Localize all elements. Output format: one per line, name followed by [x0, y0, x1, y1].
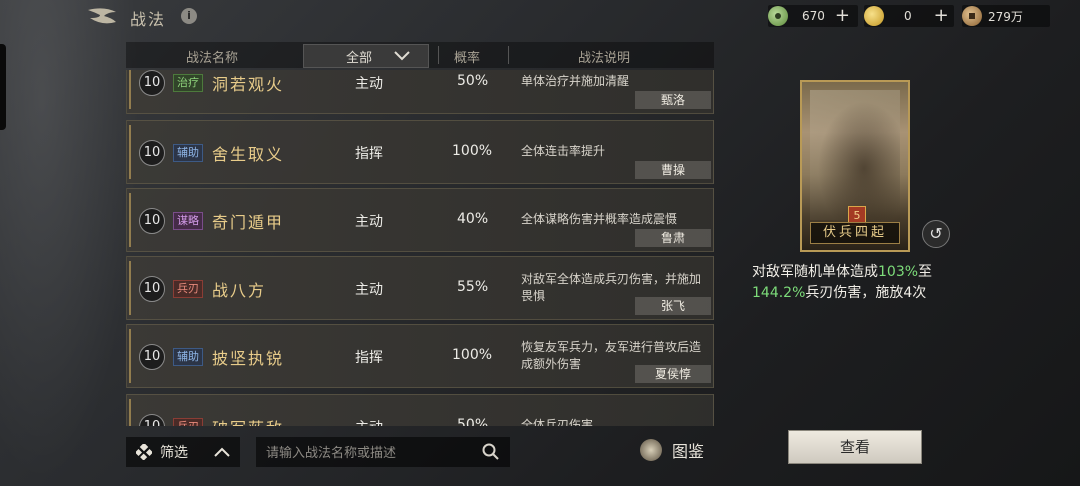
skill-general: 鲁肃 [635, 229, 711, 247]
skill-general: 夏侯惇 [635, 365, 711, 383]
skill-tag: 治疗 [173, 74, 203, 92]
effect-text: 兵刃伤害，施放4次 [805, 285, 927, 301]
skill-row[interactable]: 10 辅助 披坚执锐 指挥 100% 恢复友军兵力，友军进行普攻后造成额外伤害 … [126, 324, 714, 388]
skill-row[interactable]: 10 兵刃 战八方 主动 55% 对敌军全体造成兵刃伤害，并施加畏惧 张飞 [126, 256, 714, 320]
skill-name: 奇门遁甲 [212, 213, 285, 232]
jade-amount: 670 [802, 9, 825, 23]
skill-row[interactable]: 10 辅助 舍生取义 指挥 100% 全体连击率提升 曹操 [126, 120, 714, 184]
skill-type: 指挥 [355, 350, 383, 366]
filter-label: 筛选 [160, 445, 188, 461]
skill-name: 洞若观火 [212, 75, 285, 94]
skill-tag: 兵刃 [173, 418, 203, 426]
level-badge: 10 [139, 414, 165, 426]
chevron-up-icon [214, 447, 230, 457]
skill-rate: 55% [457, 279, 489, 295]
level-badge: 10 [139, 276, 165, 302]
divider [438, 46, 439, 64]
skill-description: 全体谋略伤害并概率造成震慑 [521, 212, 678, 226]
skill-tag: 谋略 [173, 212, 203, 230]
add-gold-button[interactable]: + [934, 7, 949, 25]
skill-general: 甄洛 [635, 91, 711, 109]
level-badge: 10 [139, 344, 165, 370]
level-badge: 10 [139, 208, 165, 234]
card-name: 伏兵四起 [810, 222, 900, 244]
effect-text: 至 [918, 264, 933, 280]
codex-label: 图鉴 [672, 442, 705, 461]
col-skill-name: 战法名称 [186, 51, 239, 66]
skill-type: 主动 [355, 214, 383, 230]
currency-jade: 670 + [768, 4, 858, 28]
skill-row[interactable]: 10 治疗 洞若观火 主动 50% 单体治疗并施加清醒 甄洛 [126, 70, 714, 114]
level-badge: 10 [139, 140, 165, 166]
refresh-icon[interactable]: ↺ [922, 220, 950, 248]
skill-description: 单体治疗并施加清醒 [521, 74, 630, 88]
skill-row[interactable]: 10 兵刃 破军蔽敌 主动 50% 全体兵刃伤害 [126, 394, 714, 426]
skill-name: 披坚执锐 [212, 349, 285, 368]
skill-name: 破军蔽敌 [212, 415, 284, 426]
skill-type: 主动 [355, 417, 383, 426]
page-title: 战法 [130, 10, 167, 29]
skill-type: 主动 [355, 76, 383, 92]
skill-tag: 兵刃 [173, 280, 203, 298]
card-artwork [810, 90, 900, 220]
skill-rate: 100% [452, 347, 493, 363]
effect-max-value: 144.2% [752, 285, 806, 301]
copper-coin-icon [962, 6, 982, 26]
search-icon[interactable] [482, 443, 500, 461]
skill-type: 指挥 [355, 146, 383, 162]
skill-list[interactable]: 10 治疗 洞若观火 主动 50% 单体治疗并施加清醒 甄洛 10 辅助 舍生取… [126, 70, 714, 426]
col-rate: 概率 [454, 51, 481, 66]
search-box[interactable] [256, 437, 510, 467]
skill-rate: 50% [457, 73, 489, 89]
info-icon[interactable]: i [181, 8, 197, 24]
view-button[interactable]: 查看 [788, 430, 922, 464]
skill-general: 张飞 [635, 297, 711, 315]
skill-description: 全体连击率提升 [521, 144, 606, 158]
skill-rate: 40% [457, 211, 489, 227]
search-input[interactable] [264, 443, 478, 463]
dropdown-value: 全部 [346, 50, 373, 66]
background-glow [0, 0, 140, 486]
skill-type: 主动 [355, 282, 383, 298]
side-handle[interactable] [0, 44, 6, 130]
divider [508, 46, 509, 64]
skill-effect-text: 对敌军随机单体造成103%至 144.2%兵刃伤害，施放4次 [752, 262, 964, 304]
skill-tag: 辅助 [173, 348, 203, 366]
gold-coin-icon [864, 6, 884, 26]
filter-icon [136, 444, 152, 460]
jade-coin-icon [768, 6, 788, 26]
col-description: 战法说明 [578, 51, 631, 66]
skill-card[interactable]: 5 伏兵四起 [800, 80, 910, 252]
skill-description: 全体兵刃伤害 [521, 418, 594, 426]
skill-name: 战八方 [212, 281, 267, 300]
add-jade-button[interactable]: + [835, 7, 850, 25]
filter-button[interactable]: 筛选 [126, 437, 240, 467]
type-filter-dropdown[interactable]: 全部 [303, 44, 429, 68]
currency-copper: 279万 [962, 4, 1050, 28]
currency-gold: 0 + [864, 4, 954, 28]
skill-general: 曹操 [635, 161, 711, 179]
skill-rate: 50% [457, 417, 489, 426]
skill-tag: 辅助 [173, 144, 203, 162]
table-header: 战法名称 全部 概率 战法说明 [126, 42, 714, 68]
skill-rate: 100% [452, 143, 493, 159]
back-arrow-icon[interactable] [86, 6, 120, 26]
codex-button[interactable]: 图鉴 [640, 438, 704, 462]
effect-text: 对敌军随机单体造成 [752, 264, 878, 280]
skill-name: 舍生取义 [212, 145, 285, 164]
chevron-down-icon [394, 51, 410, 61]
copper-amount: 279万 [988, 9, 1023, 24]
codex-icon [640, 439, 662, 461]
effect-min-value: 103% [878, 264, 919, 280]
skill-row[interactable]: 10 谋略 奇门遁甲 主动 40% 全体谋略伤害并概率造成震慑 鲁肃 [126, 188, 714, 252]
gold-amount: 0 [904, 9, 912, 23]
level-badge: 10 [139, 70, 165, 96]
